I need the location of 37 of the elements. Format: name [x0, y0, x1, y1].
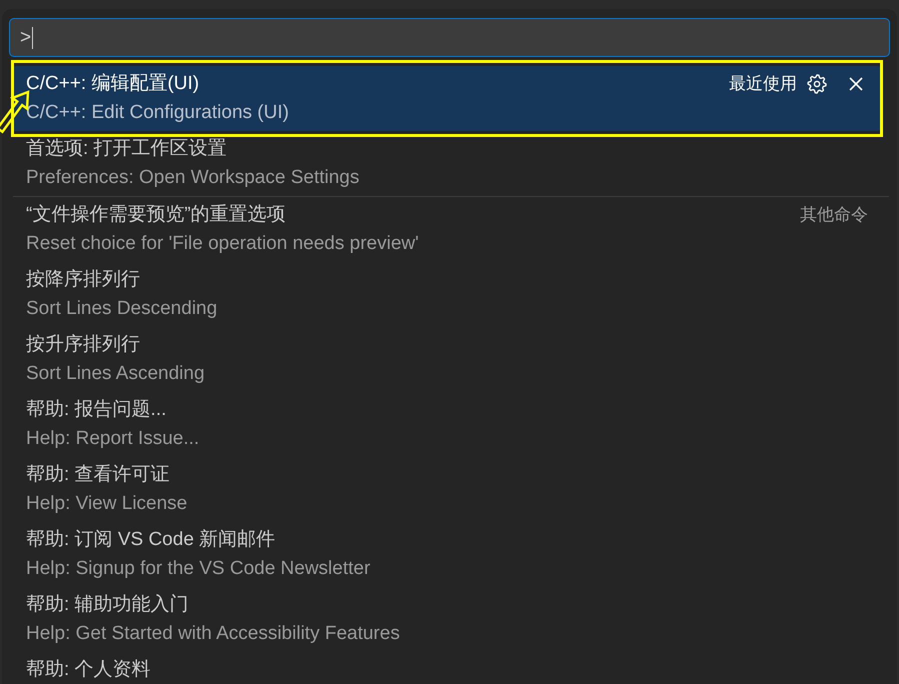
- command-title: C/C++: 编辑配置(UI): [26, 72, 200, 96]
- command-detail: Preferences: Open Workspace Settings: [26, 166, 360, 190]
- command-title: 按降序排列行: [26, 268, 141, 292]
- command-detail: Help: Signup for the VS Code Newsletter: [26, 557, 372, 581]
- group-label: 最近使用: [729, 73, 797, 95]
- command-detail: Sort Lines Ascending: [26, 362, 206, 386]
- command-item[interactable]: 帮助: 订阅 VS Code 新闻邮件 Help: Signup for the VS Code Newsletter: [13, 522, 881, 587]
- command-title: 帮助: 查看许可证: [26, 463, 171, 487]
- command-item[interactable]: 按降序排列行 Sort Lines Descending: [13, 262, 881, 327]
- command-title: 帮助: 报告问题...: [26, 398, 168, 422]
- command-title: 首选项: 打开工作区设置: [26, 137, 228, 161]
- command-detail: Reset choice for 'File operation needs preview': [26, 232, 420, 256]
- command-detail: Help: Get Started with Accessibility Features: [26, 622, 401, 646]
- remove-button[interactable]: [849, 77, 863, 91]
- command-item[interactable]: “文件操作需要预览”的重置选项 Reset choice for 'File operation needs preview' 其他命令: [13, 197, 881, 262]
- command-detail: Help: View License: [26, 492, 188, 516]
- command-item[interactable]: 按升序排列行 Sort Lines Ascending: [13, 327, 881, 392]
- command-item[interactable]: C/C++: 编辑配置(UI) C/C++: Edit Configurations (UI) 最近使用: [13, 66, 881, 131]
- command-item[interactable]: 帮助: 辅助功能入门 Help: Get Started with Accessibility Features: [13, 587, 881, 652]
- command-title: 按升序排列行: [26, 333, 141, 357]
- command-title: 帮助: 辅助功能入门: [26, 593, 190, 617]
- settings-icon: [807, 74, 827, 94]
- command-input[interactable]: >: [9, 18, 890, 57]
- command-title: 帮助: 订阅 VS Code 新闻邮件: [26, 528, 276, 552]
- command-item[interactable]: 帮助: 个人资料: [13, 652, 881, 684]
- command-item[interactable]: 帮助: 查看许可证 Help: View License: [13, 457, 881, 522]
- command-item[interactable]: 首选项: 打开工作区设置 Preferences: Open Workspace Settings: [13, 131, 881, 196]
- group-label: 其他命令: [800, 204, 868, 226]
- configure-button[interactable]: [807, 74, 827, 94]
- command-detail: Help: Report Issue...: [26, 427, 200, 451]
- command-title: “文件操作需要预览”的重置选项: [26, 203, 287, 227]
- command-detail: Sort Lines Descending: [26, 297, 218, 321]
- command-title: 帮助: 个人资料: [26, 658, 152, 682]
- close-icon: [849, 77, 863, 91]
- command-item[interactable]: 帮助: 报告问题... Help: Report Issue...: [13, 392, 881, 457]
- text-cursor-icon: [32, 26, 34, 48]
- command-detail: C/C++: Edit Configurations (UI): [26, 101, 290, 125]
